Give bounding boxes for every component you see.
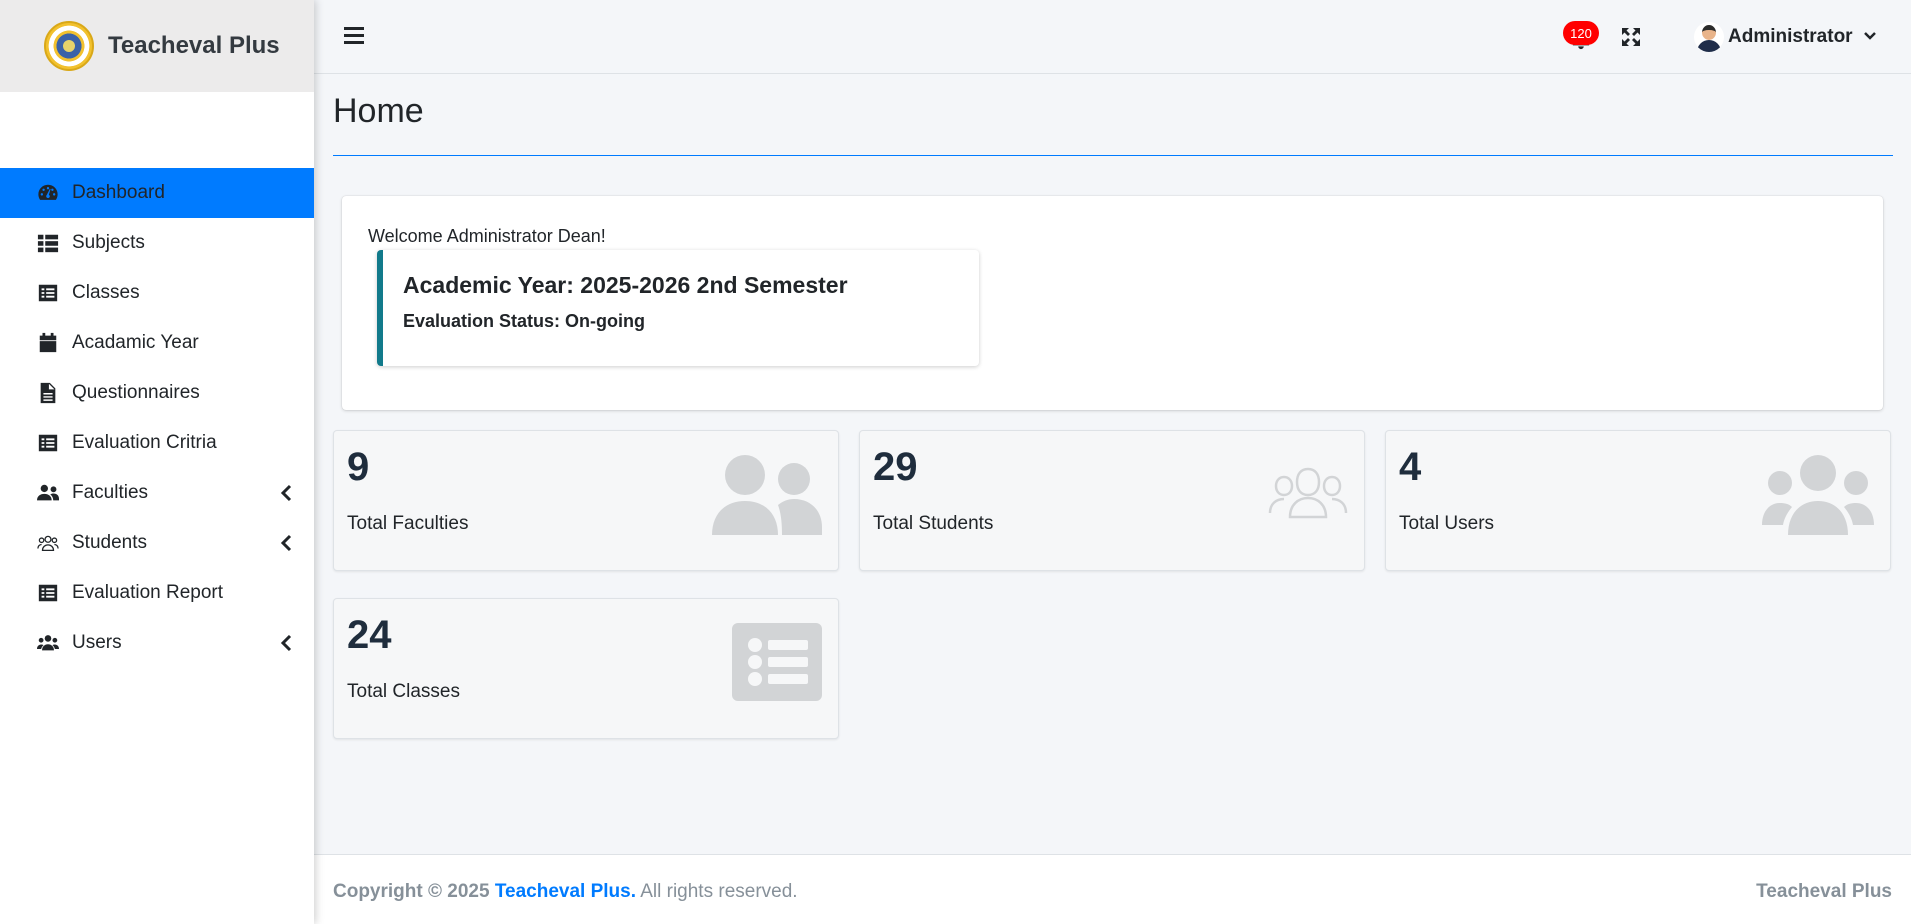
sidebar-item-academic-year[interactable]: Acadamic Year [0, 318, 314, 368]
sidebar-item-evaluation-report[interactable]: Evaluation Report [0, 568, 314, 618]
list-icon [36, 231, 60, 255]
brand-name: Teacheval Plus [108, 32, 280, 59]
chevron-left-icon [280, 484, 294, 502]
sidebar-item-students[interactable]: Students [0, 518, 314, 568]
user-friends-icon [712, 455, 822, 540]
chevron-left-icon [280, 534, 294, 552]
sidebar-item-label: Faculties [72, 482, 149, 503]
users-outline-icon [36, 531, 60, 555]
chevron-down-icon [1863, 28, 1877, 40]
fullscreen-icon[interactable] [1621, 27, 1641, 47]
list-alt-icon [732, 623, 822, 706]
sidebar-item-faculties[interactable]: Faculties [0, 468, 314, 518]
stat-label: Total Students [873, 513, 994, 534]
title-divider [333, 155, 1893, 156]
sidebar-item-evaluation-criteria[interactable]: Evaluation Critria [0, 418, 314, 468]
users-outline-icon [1268, 465, 1348, 526]
sidebar-item-label: Evaluation Report [72, 582, 224, 603]
tachometer-icon [36, 181, 60, 205]
sidebar-item-label: Acadamic Year [72, 332, 199, 353]
users-icon [36, 631, 60, 655]
avatar [1694, 22, 1724, 52]
users-icon [1762, 455, 1874, 540]
calendar-icon [36, 331, 60, 355]
evaluation-status-text: Evaluation Status: On-going [403, 311, 645, 331]
sidebar-item-label: Users [72, 632, 122, 653]
sidebar-item-questionnaires[interactable]: Questionnaires [0, 368, 314, 418]
welcome-message: Welcome Administrator Dean! [368, 226, 606, 246]
notification-badge[interactable]: 120 [1563, 21, 1599, 45]
stat-value: 29 [873, 445, 918, 489]
sidebar-nav: Dashboard Subjects Classes Acadamic Year [0, 168, 314, 668]
sidebar-item-label: Classes [72, 282, 140, 303]
academic-year-callout: Academic Year: 2025-2026 2nd Semester Ev… [377, 250, 979, 366]
sidebar-item-label: Students [72, 532, 147, 553]
menu-toggle-icon[interactable] [344, 27, 364, 45]
stat-label: Total Users [1399, 513, 1495, 534]
stat-card-students: 29 Total Students [859, 430, 1365, 571]
stat-value: 24 [347, 613, 392, 657]
sidebar-item-label: Evaluation Critria [72, 432, 217, 453]
footer: Copyright © 2025 Teacheval Plus. All rig… [314, 854, 1911, 924]
list-alt-icon [36, 431, 60, 455]
stat-card-faculties: 9 Total Faculties [333, 430, 839, 571]
sidebar-item-classes[interactable]: Classes [0, 268, 314, 318]
stat-card-classes: 24 Total Classes [333, 598, 839, 739]
stat-card-users: 4 Total Users [1385, 430, 1891, 571]
sidebar: Teacheval Plus Dashboard Subjects Classe… [0, 0, 314, 924]
user-menu[interactable]: Administrator [1694, 22, 1877, 52]
welcome-card: Welcome Administrator Dean! Academic Yea… [342, 196, 1883, 410]
footer-brand-link[interactable]: Teacheval Plus. [495, 881, 636, 902]
stat-value: 4 [1399, 445, 1422, 489]
file-icon [36, 381, 60, 405]
top-navbar: 120 Administrator [314, 0, 1911, 74]
brand-logo [44, 21, 94, 71]
user-name: Administrator [1728, 26, 1853, 47]
sidebar-item-users[interactable]: Users [0, 618, 314, 668]
sidebar-item-label: Dashboard [72, 182, 165, 203]
list-alt-icon [36, 581, 60, 605]
footer-copyright: Copyright © 2025 Teacheval Plus. All rig… [333, 881, 798, 903]
chevron-left-icon [280, 634, 294, 652]
rights-text: All rights reserved. [640, 881, 798, 902]
sidebar-item-dashboard[interactable]: Dashboard [0, 168, 314, 218]
sidebar-item-label: Questionnaires [72, 382, 200, 403]
sidebar-item-subjects[interactable]: Subjects [0, 218, 314, 268]
copyright-text: Copyright © 2025 [333, 881, 490, 902]
page-title: Home [333, 92, 424, 130]
user-friends-icon [36, 481, 60, 505]
academic-year-text: Academic Year: 2025-2026 2nd Semester [403, 272, 848, 298]
footer-brand: Teacheval Plus [1756, 881, 1892, 902]
stat-label: Total Classes [347, 681, 460, 702]
sidebar-item-label: Subjects [72, 232, 145, 253]
brand-link[interactable]: Teacheval Plus [0, 0, 314, 92]
list-alt-icon [36, 281, 60, 305]
stat-label: Total Faculties [347, 513, 469, 534]
stat-value: 9 [347, 445, 370, 489]
